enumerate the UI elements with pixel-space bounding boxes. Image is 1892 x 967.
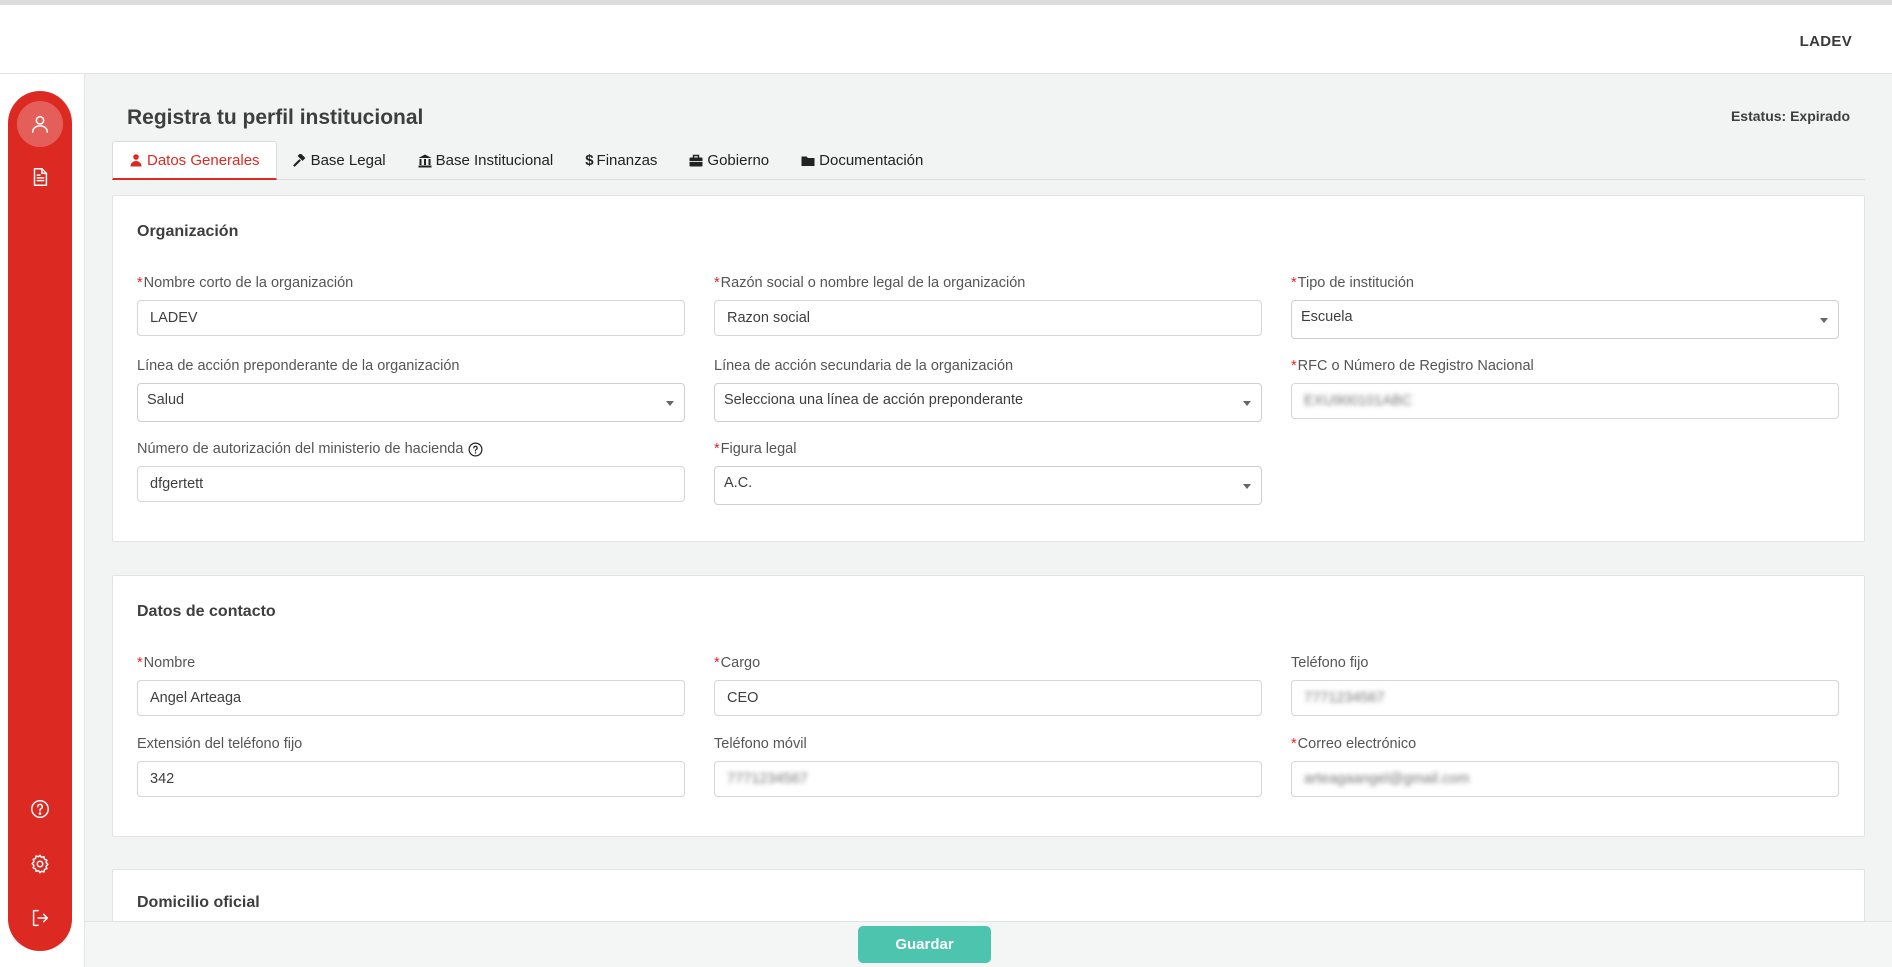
gavel-icon [292,152,307,168]
field-figura-legal: * Figura legal A.C. [714,439,1262,505]
nombre-input[interactable] [137,680,685,716]
field-razon-social: * Razón social o nombre legal de la organ… [714,273,1262,336]
tab-bar: Datos Generales Base Legal Base Instituc… [112,141,1865,180]
linea-preponderante-select[interactable]: Salud [137,383,685,422]
sidebar-profile-button[interactable] [17,101,63,147]
tab-finanzas[interactable]: $ Finanzas [569,141,673,180]
field-linea-preponderante: Línea de acción preponderante de la orga… [137,356,685,422]
folder-icon [801,154,815,168]
contacto-card: Datos de contacto *Nombre *Cargo Teléfon… [112,575,1865,837]
field-telefono-fijo: Teléfono fijo 7771234567 [1291,653,1839,716]
tab-datos-generales[interactable]: Datos Generales [112,141,277,180]
tab-base-institucional[interactable]: Base Institucional [402,141,570,180]
organizacion-card: Organización * Nombre corto de la organiz… [112,195,1865,542]
field-correo: * Correo electrónico arteagaangel@gmail.c… [1291,734,1839,797]
caret-down-icon [666,401,674,406]
sidebar [8,91,72,951]
field-tipo-institucion: * Tipo de institución Escuela [1291,273,1839,339]
caret-down-icon [1243,401,1251,406]
section-title-domicilio: Domicilio oficial [137,894,260,911]
sidebar-logout-button[interactable] [17,895,63,941]
status-label: Estatus: Expirado [1730,108,1850,124]
caret-down-icon [1820,318,1828,323]
caret-down-icon [1243,484,1251,489]
dollar-icon: $ [585,152,594,169]
figura-legal-select[interactable]: A.C. [714,466,1262,505]
field-telefono-movil: Teléfono móvil 7771234567 [714,734,1262,797]
gear-icon [31,854,49,874]
footer-bar: Guardar [85,921,1892,967]
field-rfc: * RFC o Número de Registro Nacional EXU90… [1291,356,1839,419]
field-nombre: * Nombre [137,653,685,716]
cargo-input[interactable] [714,680,1262,716]
telefono-movil-input[interactable]: 7771234567 [714,761,1262,797]
telefono-fijo-input[interactable]: 7771234567 [1291,680,1839,716]
razon-social-input[interactable] [714,300,1262,336]
save-button[interactable]: Guardar [858,926,991,963]
section-title-organizacion: Organización [137,223,239,240]
page-title: Registra tu perfil institucional [127,106,424,129]
correo-input[interactable]: arteagaangel@gmail.com [1291,761,1839,797]
tab-base-legal[interactable]: Base Legal [277,141,402,180]
field-cargo: * Cargo [714,653,1262,716]
question-circle-icon[interactable] [468,442,483,457]
user-icon [31,115,49,133]
user-name[interactable]: LADEV [1800,33,1852,50]
document-icon [33,168,48,186]
sidebar-settings-button[interactable] [17,841,63,887]
rfc-input[interactable]: EXU900101ABC [1291,383,1839,419]
help-icon [31,800,49,818]
institution-icon [418,154,432,168]
main-content: Registra tu perfil institucional Estatus… [85,74,1892,949]
autorizacion-input[interactable] [137,466,685,502]
field-autorizacion: Número de autorización del ministerio de… [137,439,685,502]
tab-gobierno[interactable]: Gobierno [673,141,785,180]
extension-input[interactable] [137,761,685,797]
section-title-contacto: Datos de contacto [137,603,276,620]
sidebar-help-button[interactable] [17,786,63,832]
user-icon [129,153,143,167]
sidebar-documents-button[interactable] [17,154,63,200]
field-extension: Extensión del teléfono fijo [137,734,685,797]
linea-secundaria-select[interactable]: Selecciona una línea de acción preponder… [714,383,1262,422]
tab-documentacion[interactable]: Documentación [785,141,939,180]
briefcase-icon [689,154,703,168]
field-nombre-corto: * Nombre corto de la organización [137,273,685,336]
nombre-corto-input[interactable] [137,300,685,336]
top-bar: LADEV [0,5,1892,74]
field-linea-secundaria: Línea de acción secundaria de la organiz… [714,356,1262,422]
logout-icon [32,909,49,927]
tipo-institucion-select[interactable]: Escuela [1291,300,1839,339]
